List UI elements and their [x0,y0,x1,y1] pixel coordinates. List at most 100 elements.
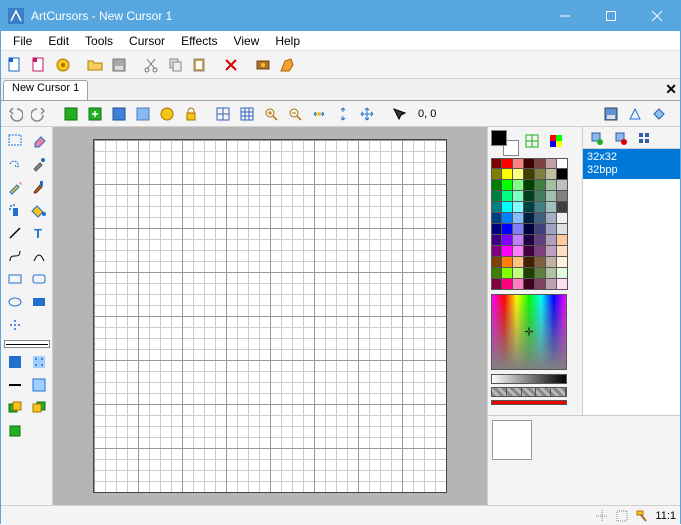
palette-swatch[interactable] [546,202,557,213]
menu-cursor[interactable]: Cursor [121,33,173,49]
palette-swatch[interactable] [491,158,502,169]
tool-curve[interactable] [4,245,26,267]
tool-brush[interactable] [28,176,50,198]
tool-freehand[interactable] [4,153,26,175]
palette-swatch[interactable] [513,158,524,169]
tab-close-icon[interactable]: ✕ [665,81,677,98]
palette-swatch[interactable] [491,246,502,257]
color-palette[interactable] [491,158,579,290]
grayscale-slider[interactable] [491,374,567,384]
palette-swatch[interactable] [513,213,524,224]
palette-swatch[interactable] [502,202,513,213]
palette-swatch[interactable] [535,224,546,235]
menu-help[interactable]: Help [267,33,308,49]
actual-icon[interactable] [332,103,354,125]
palette-swatch[interactable] [524,257,535,268]
redo-icon[interactable] [28,103,50,125]
layer-green-icon[interactable] [60,103,82,125]
palette-swatch[interactable] [513,257,524,268]
palette-swatch[interactable] [502,279,513,290]
palette-swatch[interactable] [502,213,513,224]
palette-swatch[interactable] [524,246,535,257]
palette-swatch[interactable] [502,191,513,202]
zoom-out-icon[interactable] [284,103,306,125]
palette-swatch[interactable] [524,224,535,235]
palette-swatch[interactable] [524,279,535,290]
palette-swatch[interactable] [557,213,568,224]
palette-swatch[interactable] [502,169,513,180]
palette-swatch[interactable] [491,180,502,191]
pal-grid-icon[interactable] [521,130,543,152]
palette-swatch[interactable] [524,180,535,191]
palette-swatch[interactable] [557,224,568,235]
palette-swatch[interactable] [513,191,524,202]
undo-icon[interactable] [4,103,26,125]
palette-swatch[interactable] [491,235,502,246]
palette-swatch[interactable] [535,268,546,279]
palette-swatch[interactable] [557,158,568,169]
palette-swatch[interactable] [557,169,568,180]
save-pal-icon[interactable] [600,103,622,125]
opt-obj-yellow[interactable] [28,397,50,419]
grid-icon[interactable] [212,103,234,125]
tool-fillrect[interactable] [28,291,50,313]
arrows-icon[interactable] [356,103,378,125]
palette-swatch[interactable] [546,235,557,246]
hotspot-icon[interactable] [388,103,410,125]
fit-icon[interactable] [308,103,330,125]
save-icon[interactable] [108,54,130,76]
palette-swatch[interactable] [546,169,557,180]
palette-swatch[interactable] [546,268,557,279]
opt-pattern-blue[interactable] [4,351,26,373]
rotate-pal-icon[interactable] [648,103,670,125]
tool-text[interactable]: T [28,222,50,244]
minimize-button[interactable] [542,1,588,31]
palette-swatch[interactable] [535,169,546,180]
palette-swatch[interactable] [546,180,557,191]
zoom-in-icon[interactable] [260,103,282,125]
grid2-icon[interactable] [236,103,258,125]
tool-arc[interactable] [28,245,50,267]
palette-swatch[interactable] [491,257,502,268]
close-button[interactable] [634,1,680,31]
palette-swatch[interactable] [535,246,546,257]
palette-swatch[interactable] [513,169,524,180]
palette-swatch[interactable] [491,213,502,224]
palette-swatch[interactable] [557,279,568,290]
palette-swatch[interactable] [546,257,557,268]
hammer-icon[interactable] [635,509,649,523]
tool-spray[interactable] [4,199,26,221]
tool-flood[interactable] [28,199,50,221]
fg-bg-swatch[interactable] [491,130,519,156]
tool-eraser[interactable] [28,130,50,152]
palette-swatch[interactable] [557,268,568,279]
palette-swatch[interactable] [513,268,524,279]
new-icon[interactable] [4,54,26,76]
palette-swatch[interactable] [535,202,546,213]
canvas-grid[interactable] [93,139,447,493]
palette-swatch[interactable] [513,246,524,257]
tool-rect[interactable] [4,268,26,290]
capture-icon[interactable] [252,54,274,76]
tool-ellipse[interactable] [4,291,26,313]
menu-view[interactable]: View [226,33,268,49]
palette-swatch[interactable] [557,246,568,257]
palette-swatch[interactable] [513,235,524,246]
layer-add-icon[interactable] [84,103,106,125]
opt-stroke-line[interactable] [4,374,26,396]
palette-swatch[interactable] [524,213,535,224]
palette-swatch[interactable] [546,158,557,169]
line-weight[interactable] [4,340,50,348]
palette-swatch[interactable] [502,158,513,169]
palette-swatch[interactable] [502,246,513,257]
copy-icon[interactable] [164,54,186,76]
palette-swatch[interactable] [535,213,546,224]
palette-swatch[interactable] [546,224,557,235]
palette-swatch[interactable] [513,202,524,213]
palette-swatch[interactable] [535,158,546,169]
crosshair-icon[interactable] [595,509,609,523]
palette-swatch[interactable] [524,202,535,213]
palette-swatch[interactable] [502,235,513,246]
palette-swatch[interactable] [491,169,502,180]
palette-swatch[interactable] [502,257,513,268]
